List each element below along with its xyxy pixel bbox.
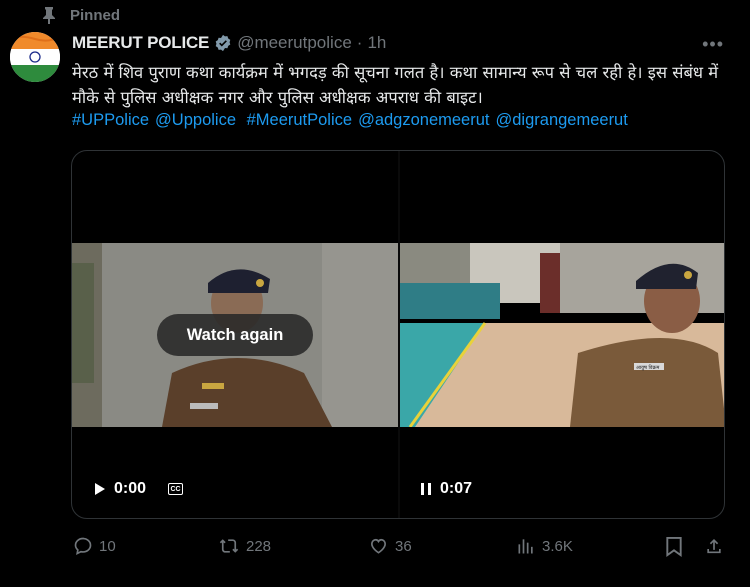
view-count: 3.6K: [542, 537, 573, 555]
tweet-header: MEERUT POLICE @meerutpolice · 1h: [72, 33, 386, 53]
bookmark-icon: [666, 536, 682, 557]
name-badge-text: आयुष विक्रम: [636, 364, 660, 371]
more-options-icon[interactable]: •••: [702, 34, 724, 55]
avatar[interactable]: [10, 32, 60, 82]
hashtag-link[interactable]: #UPPolice: [72, 111, 149, 129]
reply-count: 10: [99, 537, 116, 555]
tweet-text: मेरठ में शिव पुराण कथा कार्यक्रम में भगद…: [72, 63, 719, 107]
bookmark-button[interactable]: [665, 536, 683, 557]
flag-avatar-image: [10, 32, 60, 82]
pause-icon[interactable]: [420, 482, 432, 496]
hashtag-link[interactable]: #MeerutPolice: [247, 111, 352, 129]
heart-icon: [370, 538, 387, 554]
like-count: 36: [395, 537, 412, 555]
share-button[interactable]: [704, 536, 724, 557]
media-container: आयुष विक्रम Watch again 0:00 CC 0:07: [71, 150, 725, 519]
watch-again-button[interactable]: Watch again: [157, 314, 313, 356]
hashtags: #UPPolice @Uppolice #MeerutPolice @adgzone…: [72, 111, 634, 130]
reply-icon: [74, 537, 92, 555]
repost-count: 228: [246, 537, 272, 555]
action-bar: 10 228 36 3.6K: [0, 536, 750, 560]
share-icon: [707, 539, 721, 554]
views-bar-chart-icon: [518, 539, 533, 554]
verified-badge-icon[interactable]: [214, 34, 232, 52]
video-time-left: 0:00: [114, 480, 147, 497]
closed-captions-icon[interactable]: CC: [168, 483, 184, 495]
video-controls-left: 0:00 CC: [94, 480, 184, 498]
pinned-indicator: Pinned: [42, 6, 120, 24]
views-button[interactable]: 3.6K: [516, 536, 573, 556]
video-frame-officer-outdoor: आयुष विक्रम: [400, 243, 724, 427]
separator-dot: ·: [356, 33, 363, 52]
pinned-label: Pinned: [70, 6, 121, 24]
video-player-right[interactable]: आयुष विक्रम: [400, 243, 724, 427]
repost-button[interactable]: 228: [218, 536, 271, 556]
mention-link[interactable]: @Uppolice: [155, 111, 236, 129]
video-divider: [398, 151, 400, 518]
repost-icon: [219, 539, 239, 553]
display-name[interactable]: MEERUT POLICE: [72, 33, 209, 53]
like-button[interactable]: 36: [368, 536, 412, 556]
video-time-right: 0:07: [440, 480, 473, 497]
play-icon[interactable]: [94, 482, 106, 496]
mention-link[interactable]: @adgzonemeerut: [358, 111, 489, 129]
handle[interactable]: @meerutpolice: [237, 33, 352, 53]
pin-icon: [43, 7, 55, 24]
video-controls-right: 0:07: [420, 480, 472, 498]
mention-link[interactable]: @digrangemeerut: [496, 111, 628, 129]
reply-button[interactable]: 10: [73, 536, 116, 556]
timestamp[interactable]: 1h: [367, 33, 386, 53]
